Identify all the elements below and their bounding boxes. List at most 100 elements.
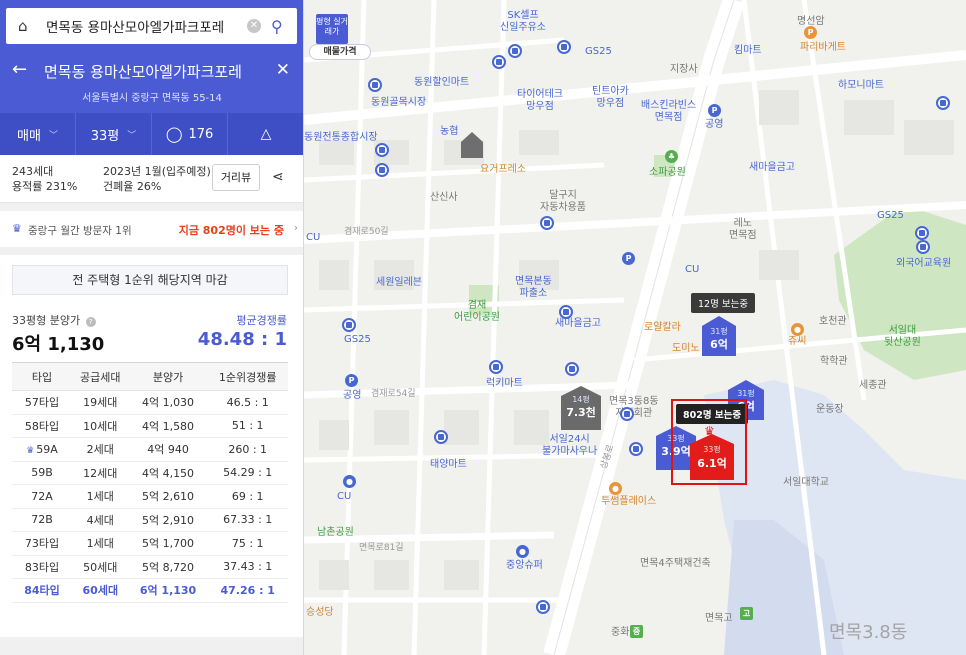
bus-stop-icon[interactable] [536,600,550,614]
poi-yogurt[interactable]: 요거프레소 [480,164,526,176]
cafe-icon[interactable]: ● [791,323,804,336]
parking-icon[interactable]: P [345,374,358,387]
search-input[interactable]: 면목동 용마산모아엘가파크포레 [46,16,242,36]
poi-paris[interactable]: 파리바게트 [800,42,846,54]
comments-tab[interactable]: ◯ 176 [152,113,228,155]
price-type-flag[interactable]: 평형 실거래가 [316,14,348,44]
poi-sofa-park[interactable]: 소파공원 [649,167,686,179]
poi-nonghyup[interactable]: 농협 [440,126,458,138]
poi-toosome[interactable]: 투썸플레이스 [601,496,656,508]
bakery-icon[interactable]: P [804,26,817,39]
school-flag-icon[interactable]: 중 [630,625,643,638]
home-icon[interactable]: ⌂ [18,17,38,35]
poi-sansinsa[interactable]: 산신사 [430,192,458,204]
poi-seoil-univ[interactable]: 서일대학교 [783,477,829,489]
poi-junghwa[interactable]: 중화 [611,627,629,639]
poi-cu-3[interactable]: CU [337,491,351,503]
poi-baskin[interactable]: 배스킨라빈스 면목점 [641,100,696,124]
price-marker[interactable]: 14평 7.3천 [561,386,601,430]
poi-sk-gas[interactable]: SK셀프 신일주유소 [500,10,546,34]
poi-gs25-a[interactable]: GS25 [585,46,612,58]
bus-stop-icon[interactable] [629,442,643,456]
poi-sungsang[interactable]: 승성당 [306,607,334,619]
poi-jussi[interactable]: 쥬씨 [788,336,806,348]
poi-gs25-c[interactable]: GS25 [344,334,371,346]
price-marker[interactable]: 31평 6억 [702,316,736,356]
poi-kimart[interactable]: 킴마트 [734,45,762,57]
bus-stop-icon[interactable] [489,360,503,374]
poi-myeonmok38[interactable]: 면목3동8동 자치회관 [609,396,659,420]
poi-undong[interactable]: 운동장 [816,404,844,416]
bus-stop-icon[interactable] [916,240,930,254]
poi-tire[interactable]: 타이어테크 망우점 [517,89,563,113]
search-icon[interactable]: ⚲ [271,17,283,36]
bus-stop-icon[interactable] [368,78,382,92]
poi-gs25-b[interactable]: GS25 [877,210,904,222]
help-icon[interactable]: ? [85,317,96,327]
poi-gongyeong[interactable]: 공영 [343,390,361,402]
close-icon[interactable]: ✕ [276,60,290,80]
table-row[interactable]: 59B 12세대 4억 4,150 54.29 : 1 [12,461,288,485]
street-view-button[interactable]: 거리뷰 [212,164,260,191]
poi-dongwon-market[interactable]: 동원골목시장 [371,97,426,109]
poi-myeonmok4[interactable]: 면목4주택재건축 [640,558,711,570]
store-icon[interactable]: ● [516,545,529,558]
back-arrow-icon[interactable]: ← [12,59,27,80]
poi-myeonmok-high[interactable]: 면목고 [705,613,733,625]
parking-icon[interactable]: P [622,252,635,265]
poi-saemaeul-b[interactable]: 새마을금고 [555,318,601,330]
bus-stop-icon[interactable] [915,226,929,240]
table-row[interactable]: 72A 1세대 5억 2,610 69 : 1 [12,484,288,509]
bus-stop-icon[interactable] [936,96,950,110]
poi-domino[interactable]: 도미노 [672,343,700,355]
poi-cu-2[interactable]: CU [685,264,699,276]
poi-jungang[interactable]: 중앙슈퍼 [506,560,543,572]
poi-tintoa[interactable]: 틴트아카 망우점 [592,86,629,110]
bus-stop-icon[interactable] [375,163,389,177]
bus-stop-icon[interactable] [557,40,571,54]
poi-oegook[interactable]: 외국어교육원 [896,258,951,270]
poi-namchon-park[interactable]: 남촌공원 [317,527,354,539]
poi-gongyeong-2[interactable]: 공영 [705,119,723,131]
bus-stop-icon[interactable] [540,216,554,230]
poi-sejong[interactable]: 세종관 [859,380,887,392]
poi-hamoni[interactable]: 하모니마트 [838,80,884,92]
area-dropdown[interactable]: 33평 ﹀ [76,113,152,155]
poi-royal[interactable]: 로얄칼라 [644,322,681,334]
cafe-icon[interactable]: ● [609,482,622,495]
poi-dalguji[interactable]: 달구지 자동차용품 [540,190,586,214]
bus-stop-icon[interactable] [508,44,522,58]
share-icon[interactable]: ⋖ [272,169,284,185]
poi-jisang[interactable]: 지장사 [670,64,698,76]
poi-dongwon-jt[interactable]: 동원전통종합시장 [304,132,378,144]
clear-icon[interactable]: ✕ [247,19,261,33]
table-row[interactable]: 72B 4세대 5억 2,910 67.33 : 1 [12,508,288,532]
poi-seoil-park[interactable]: 서일대 뒷산공원 [884,325,921,349]
bus-stop-icon[interactable] [565,362,579,376]
poi-dongwon-mart[interactable]: 동원할인마트 [414,77,469,89]
poi-sewon[interactable]: 세원일레븐 [376,277,422,289]
poi-police[interactable]: 면목본동 파출소 [515,276,552,300]
bus-stop-icon[interactable] [434,430,448,444]
table-row[interactable]: 84타입 60세대 6억 1,130 47.26 : 1 [12,578,288,603]
bus-stop-icon[interactable] [559,305,573,319]
store-icon[interactable]: ● [343,475,356,488]
parking-icon[interactable]: P [708,104,721,117]
poi-gyeomjae-park[interactable]: 겸재 어린이공원 [454,300,500,324]
poi-taeyang[interactable]: 태양마트 [430,459,467,471]
poi-hakhak[interactable]: 학학관 [820,356,848,368]
table-row[interactable]: 83타입 50세대 5억 8,720 37.43 : 1 [12,555,288,579]
poi-seoil24[interactable]: 서일24시 불가마사우나 [542,434,597,458]
search-box[interactable]: ⌂ 면목동 용마산모아엘가파크포레 ✕ ⚲ [6,8,297,44]
alarm-button[interactable]: △ [228,113,303,155]
table-row[interactable]: ♛ 59A 2세대 4억 940 260 : 1 [12,437,288,462]
map-view[interactable]: 평형 실거래가 매물가격 SK셀프 신일주유소 명선암 파리바게트 GS25 킴… [304,0,966,655]
poi-saemaeul-a[interactable]: 새마을금고 [749,162,795,174]
poi-cu-1[interactable]: CU [306,232,320,244]
price-filter-chip[interactable]: 평형 실거래가 매물가격 [309,14,371,60]
park-icon[interactable]: ♣ [665,150,678,163]
school-flag-icon[interactable]: 고 [740,607,753,620]
bus-stop-icon[interactable] [492,55,506,69]
bus-stop-icon[interactable] [620,407,634,421]
house-marker-icon[interactable] [461,132,483,158]
